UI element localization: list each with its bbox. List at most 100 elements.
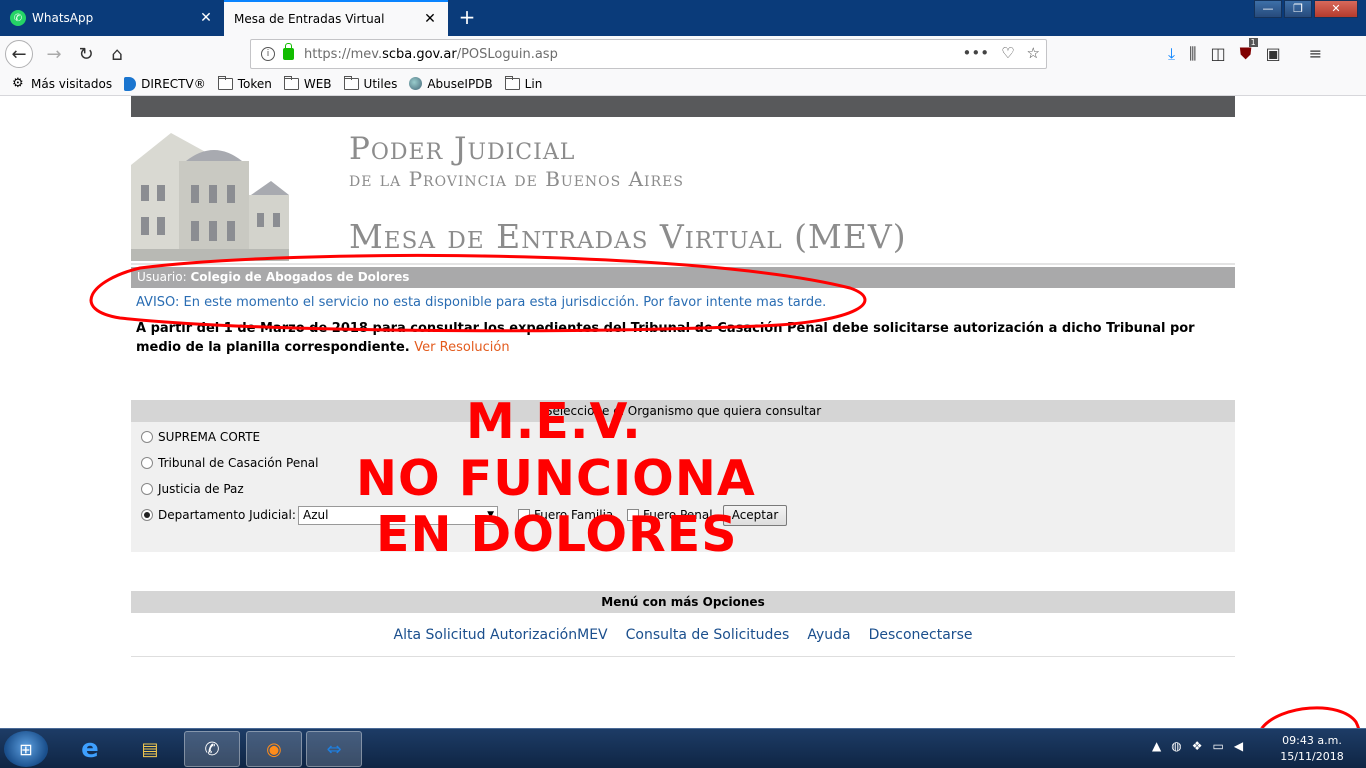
option-tribunal-casacion[interactable]: Tribunal de Casación Penal bbox=[141, 456, 319, 470]
pocket-icon[interactable]: ♡ bbox=[1001, 44, 1014, 62]
sidebar-icon[interactable]: ◫ bbox=[1210, 44, 1225, 64]
top-strip bbox=[131, 96, 1235, 117]
internet-explorer-icon[interactable]: e bbox=[62, 731, 118, 767]
bookmark-utiles[interactable]: Utiles bbox=[343, 75, 398, 91]
home-button[interactable]: ⌂ bbox=[103, 40, 131, 68]
ver-resolucion-link[interactable]: Ver Resolución bbox=[414, 340, 509, 355]
option-departamento-judicial[interactable]: Departamento Judicial: bbox=[141, 508, 296, 522]
bookmark-label: Lin bbox=[524, 76, 543, 91]
bookmark-directv[interactable]: DIRECTV® bbox=[124, 76, 206, 91]
network-icon[interactable]: ▭ bbox=[1212, 739, 1223, 753]
tab-bar: ✆ WhatsApp ✕ Mesa de Entradas Virtual ✕ … bbox=[0, 0, 1366, 36]
dropbox-icon[interactable]: ❖ bbox=[1192, 739, 1203, 753]
bookmark-lin[interactable]: Lin bbox=[504, 75, 543, 91]
whatsapp-taskbar-icon[interactable]: ✆ bbox=[184, 731, 240, 767]
bookmark-label: AbuseIPDB bbox=[427, 76, 493, 91]
info-icon[interactable]: i bbox=[261, 47, 275, 61]
tab-title: WhatsApp bbox=[32, 11, 94, 25]
back-button[interactable]: ← bbox=[5, 40, 33, 68]
radio-button-selected[interactable] bbox=[141, 509, 153, 521]
screen-icon[interactable]: ▣ bbox=[1266, 44, 1281, 64]
reload-button[interactable]: ↻ bbox=[72, 40, 100, 68]
department-value: Azul bbox=[303, 508, 329, 522]
bookmark-label: Utiles bbox=[363, 76, 398, 91]
folder-icon bbox=[504, 75, 520, 90]
ublock-icon[interactable]: ⛊ 1 bbox=[1240, 38, 1258, 64]
new-tab-button[interactable]: + bbox=[455, 4, 479, 30]
overlay-text-no-funciona: NO FUNCIONA bbox=[356, 450, 756, 507]
close-icon[interactable]: ✕ bbox=[198, 10, 214, 26]
forward-button[interactable]: → bbox=[40, 40, 68, 68]
header-title-provincia: de la Provincia de Buenos Aires bbox=[349, 167, 684, 191]
volume-icon[interactable]: ◀ bbox=[1234, 739, 1243, 753]
library-icon[interactable]: ⫼ bbox=[1189, 44, 1196, 64]
more-actions-icon[interactable]: ••• bbox=[963, 44, 990, 62]
menu-heading: Menú con más Opciones bbox=[131, 591, 1235, 613]
whatsapp-icon: ✆ bbox=[10, 10, 26, 26]
url-bar[interactable]: i https://mev. scba.gov.ar/POSLoguin.asp … bbox=[250, 39, 1047, 69]
url-host: scba.gov.ar bbox=[382, 46, 457, 62]
tab-mev[interactable]: Mesa de Entradas Virtual ✕ bbox=[224, 0, 448, 36]
bookmark-label: WEB bbox=[303, 76, 332, 91]
download-icon[interactable]: ⤓ bbox=[1168, 44, 1175, 64]
window-controls: — ❐ ✕ bbox=[1252, 0, 1358, 18]
folder-icon bbox=[217, 75, 233, 90]
minimize-button[interactable]: — bbox=[1254, 0, 1282, 18]
tab-whatsapp[interactable]: ✆ WhatsApp ✕ bbox=[0, 0, 224, 36]
menu-links: Alta Solicitud AutorizaciónMEV Consulta … bbox=[131, 613, 1235, 657]
clock-time: 09:43 a.m. bbox=[1282, 734, 1342, 747]
option-justicia-paz[interactable]: Justicia de Paz bbox=[141, 482, 244, 496]
header-title-mev: Mesa de Entradas Virtual (MEV) bbox=[349, 217, 907, 256]
bookmark-abuseipdb[interactable]: AbuseIPDB bbox=[409, 76, 493, 91]
file-explorer-icon[interactable]: ▤ bbox=[122, 731, 178, 767]
header-divider bbox=[131, 263, 1235, 265]
taskbar: ⊞ e ▤ ✆ ◉ ⇔ ▲ ◍ ❖ ▭ ◀ 09:43 a.m. 15/11/2… bbox=[0, 728, 1366, 768]
site-header: Poder Judicial de la Provincia de Buenos… bbox=[131, 117, 1235, 267]
option-label: Departamento Judicial: bbox=[158, 508, 296, 522]
bookmark-token[interactable]: Token bbox=[217, 75, 272, 91]
menu-icon[interactable]: ≡ bbox=[1309, 44, 1322, 64]
clock[interactable]: 09:43 a.m. 15/11/2018 bbox=[1272, 733, 1352, 765]
bookmarks-bar: ⚙ Más visitados DIRECTV® Token WEB Utiles… bbox=[0, 72, 1366, 96]
teamviewer-icon[interactable]: ⇔ bbox=[306, 731, 362, 767]
casacion-notice: A partir del 1 de Marzo de 2018 para con… bbox=[131, 319, 1235, 357]
user-label: Usuario: bbox=[137, 270, 187, 284]
show-hidden-icons-icon[interactable]: ▲ bbox=[1152, 739, 1161, 753]
bookmark-most-visited[interactable]: ⚙ Más visitados bbox=[12, 76, 113, 91]
user-name: Colegio de Abogados de Dolores bbox=[190, 270, 410, 284]
radio-button[interactable] bbox=[141, 457, 153, 469]
folder-icon bbox=[343, 75, 359, 90]
link-ayuda[interactable]: Ayuda bbox=[807, 627, 850, 643]
options-menu: Menú con más Opciones Alta Solicitud Aut… bbox=[131, 591, 1235, 657]
window-close-button[interactable]: ✕ bbox=[1314, 0, 1358, 18]
antivirus-icon[interactable]: ◍ bbox=[1171, 739, 1181, 753]
option-label: Tribunal de Casación Penal bbox=[158, 456, 319, 470]
link-alta-solicitud[interactable]: Alta Solicitud AutorizaciónMEV bbox=[394, 627, 608, 643]
bookmark-web[interactable]: WEB bbox=[283, 75, 332, 91]
radio-button[interactable] bbox=[141, 431, 153, 443]
radio-button[interactable] bbox=[141, 483, 153, 495]
page-content: Poder Judicial de la Provincia de Buenos… bbox=[131, 96, 1235, 657]
option-label: Justicia de Paz bbox=[158, 482, 244, 496]
bookmark-label: Token bbox=[237, 76, 272, 91]
directv-icon bbox=[124, 76, 137, 91]
maximize-button[interactable]: ❐ bbox=[1284, 0, 1312, 18]
link-desconectarse[interactable]: Desconectarse bbox=[869, 627, 973, 643]
overlay-text-mev: M.E.V. bbox=[466, 393, 642, 450]
folder-icon bbox=[283, 75, 299, 90]
ublock-count: 1 bbox=[1248, 38, 1258, 47]
option-suprema-corte[interactable]: SUPREMA CORTE bbox=[141, 430, 260, 444]
url-prefix: https://mev. bbox=[304, 46, 383, 62]
link-consulta-solicitudes[interactable]: Consulta de Solicitudes bbox=[626, 627, 790, 643]
start-button[interactable]: ⊞ bbox=[4, 731, 48, 767]
header-title-poder-judicial: Poder Judicial bbox=[349, 131, 576, 167]
user-bar: Usuario: Colegio de Abogados de Dolores bbox=[131, 267, 1235, 288]
firefox-icon[interactable]: ◉ bbox=[246, 731, 302, 767]
bookmark-star-icon[interactable]: ☆ bbox=[1027, 44, 1040, 62]
tab-title: Mesa de Entradas Virtual bbox=[234, 12, 385, 26]
bookmark-label: Más visitados bbox=[31, 76, 113, 91]
nav-bar: ← → ↻ ⌂ i https://mev. scba.gov.ar/POSLog… bbox=[0, 36, 1366, 72]
url-path: /POSLoguin.asp bbox=[456, 46, 558, 62]
close-icon[interactable]: ✕ bbox=[422, 11, 438, 27]
toolbar-icons: ⤓ ⫼ ◫ ⛊ 1 ▣ ≡ bbox=[1168, 38, 1322, 64]
